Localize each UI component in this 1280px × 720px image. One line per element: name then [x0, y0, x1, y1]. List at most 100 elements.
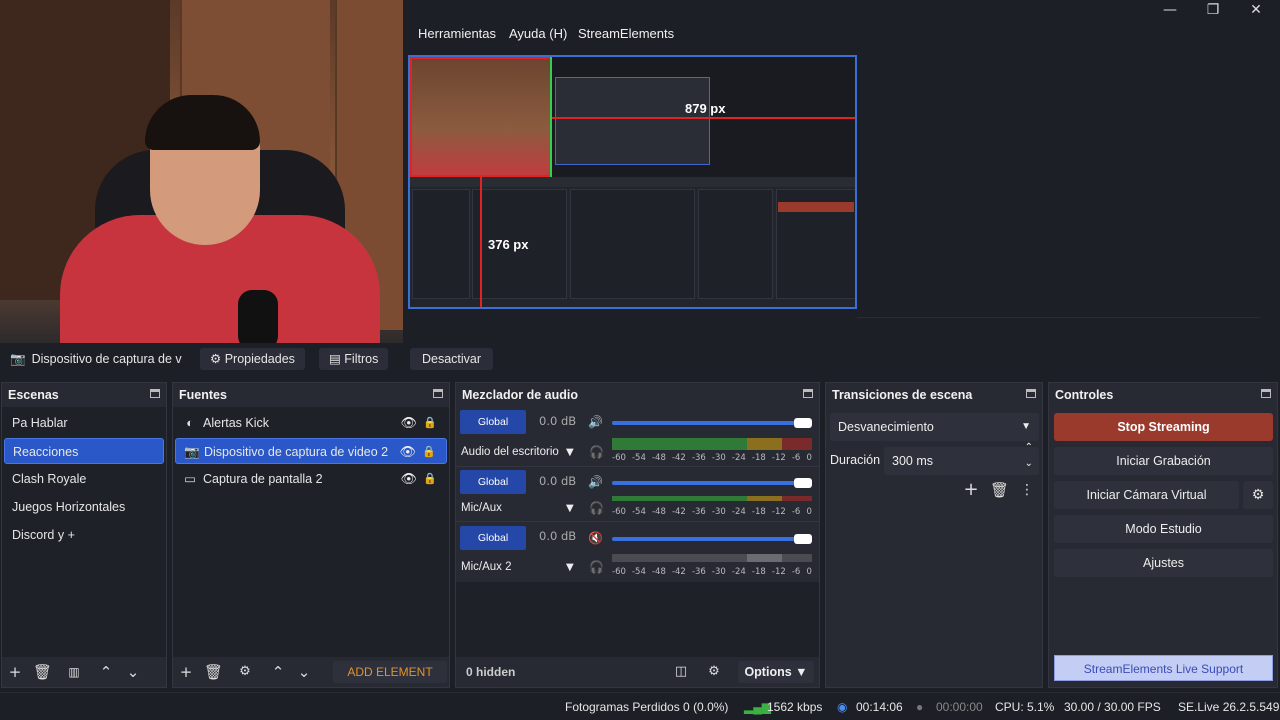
speaker-icon[interactable]: 🔊: [588, 475, 603, 489]
mute-headphone-icon[interactable]: 🎧: [589, 501, 604, 515]
webcam-feed: [0, 0, 403, 343]
start-recording-button[interactable]: Iniciar Grabación: [1054, 447, 1273, 475]
gear-icon[interactable]: ⚙: [236, 663, 254, 681]
settings-button[interactable]: Ajustes: [1054, 549, 1273, 577]
global-button[interactable]: Global: [460, 526, 526, 550]
add-element-button[interactable]: ADD ELEMENT: [333, 661, 447, 683]
add-source-icon[interactable]: +: [177, 663, 195, 681]
trash-icon[interactable]: 🗑: [990, 481, 1009, 499]
trash-icon[interactable]: 🗑: [204, 663, 223, 681]
chevron-down-icon[interactable]: ▼: [566, 447, 574, 458]
more-options-icon[interactable]: ⋮: [1018, 481, 1036, 499]
options-dropdown[interactable]: Options ▼: [738, 661, 814, 683]
stream-time: 00:14:06: [856, 700, 903, 714]
move-up-icon[interactable]: ⌃: [269, 663, 287, 681]
camera-icon: 📷: [184, 445, 200, 459]
scene-item[interactable]: Juegos Horizontales: [4, 494, 164, 520]
chevron-down-icon[interactable]: ▼: [566, 562, 574, 573]
volume-slider[interactable]: [612, 418, 812, 428]
float-dock-icon[interactable]: [1261, 389, 1271, 398]
source-toolbar: 📷 Dispositivo de captura de v ⚙ Propiedad…: [0, 343, 1280, 373]
spin-up-icon[interactable]: ⌃: [1025, 441, 1033, 455]
eye-icon[interactable]: 👁: [400, 466, 417, 492]
lock-icon[interactable]: 🔒: [423, 466, 437, 492]
spin-down-icon[interactable]: ⌄: [1025, 457, 1033, 471]
float-dock-icon[interactable]: [803, 389, 813, 398]
scenes-footer: + 🗑 ▥ ⌃ ⌄: [2, 657, 166, 687]
transition-select-value: Desvanecimiento: [838, 420, 934, 434]
scene-item-selected[interactable]: Reacciones: [4, 438, 164, 464]
move-down-icon[interactable]: ⌄: [124, 663, 142, 681]
deactivate-button[interactable]: Desactivar: [410, 348, 494, 370]
float-dock-icon[interactable]: [433, 389, 443, 398]
audio-mixer-dock: Mezclador de audio Global 0.0 dB 🔊 Audio…: [455, 382, 820, 688]
source-item[interactable]: ◐ Alertas Kick 👁 🔒: [175, 410, 447, 436]
meter-ticks: -60 -54 -48 -42 -36 -30 -24 -18 -12 -6 0: [612, 567, 812, 577]
float-dock-icon[interactable]: [1026, 389, 1036, 398]
preview-webcam-source: [410, 57, 550, 177]
volume-slider[interactable]: [612, 534, 812, 544]
move-down-icon[interactable]: ⌄: [295, 663, 313, 681]
advanced-audio-icon[interactable]: ⚙: [705, 663, 723, 681]
filters-button[interactable]: ▤ Filtros: [319, 348, 389, 370]
chevron-down-icon: ▼: [1021, 421, 1031, 432]
studio-mode-button[interactable]: Modo Estudio: [1054, 515, 1273, 543]
source-item-label: Alertas Kick: [203, 416, 269, 430]
minimize-icon[interactable]: —: [1155, 2, 1185, 20]
layout-icon[interactable]: ◫: [672, 663, 690, 681]
source-item[interactable]: ▭ Captura de pantalla 2 👁 🔒: [175, 466, 447, 492]
stop-streaming-button[interactable]: Stop Streaming: [1054, 413, 1273, 441]
lock-icon[interactable]: 🔒: [423, 410, 437, 436]
slider-knob[interactable]: [794, 418, 812, 428]
bitrate: 1562 kbps: [767, 700, 823, 714]
add-scene-icon[interactable]: +: [6, 663, 24, 681]
volume-db: 0.0 dB: [539, 414, 577, 428]
transitions-dock: Transiciones de escena Desvanecimiento ▼…: [825, 382, 1043, 688]
scene-item[interactable]: Pa Hablar: [4, 410, 164, 436]
start-virtual-camera-button[interactable]: Iniciar Cámara Virtual: [1054, 481, 1239, 509]
speaker-muted-icon[interactable]: 🔇: [588, 531, 603, 545]
lock-icon[interactable]: 🔒: [422, 439, 436, 465]
maximize-icon[interactable]: ❐: [1198, 2, 1228, 20]
slider-knob[interactable]: [794, 478, 812, 488]
scene-item[interactable]: Discord y +: [4, 522, 164, 548]
menu-streamelements[interactable]: StreamElements: [578, 26, 674, 41]
scene-item[interactable]: Clash Royale: [4, 466, 164, 492]
sources-footer: + 🗑 ⚙ ⌃ ⌄ ADD ELEMENT: [173, 657, 449, 687]
transitions-body: Desvanecimiento ▼ Duración 300 ms ⌃ ⌄ + …: [826, 407, 1042, 687]
transition-select[interactable]: Desvanecimiento ▼: [830, 413, 1039, 441]
move-up-icon[interactable]: ⌃: [97, 663, 115, 681]
scenes-list: Pa Hablar Reacciones Clash Royale Juegos…: [2, 407, 166, 657]
mute-headphone-icon[interactable]: 🎧: [589, 560, 604, 574]
properties-button[interactable]: ⚙ Propiedades: [200, 348, 305, 370]
scene-filters-icon[interactable]: ▥: [65, 663, 83, 681]
duration-spinbox[interactable]: 300 ms ⌃ ⌄: [884, 442, 1039, 475]
trash-icon[interactable]: 🗑: [33, 663, 52, 681]
controls-title: Controles: [1055, 388, 1114, 402]
filters-label: Filtros: [344, 352, 379, 366]
virtual-camera-settings-icon[interactable]: ⚙: [1243, 481, 1273, 509]
sources-dock: Fuentes ◐ Alertas Kick 👁 🔒 📷 Dispositivo de…: [172, 382, 450, 688]
speaker-icon[interactable]: 🔊: [588, 415, 603, 429]
float-dock-icon[interactable]: [150, 389, 160, 398]
mute-headphone-icon[interactable]: 🎧: [589, 445, 604, 459]
menu-herramientas[interactable]: Herramientas: [418, 26, 496, 41]
close-icon[interactable]: ✕: [1241, 2, 1271, 20]
channel-name: Audio del escritorio: [461, 446, 559, 458]
sources-title: Fuentes: [179, 388, 227, 402]
global-button[interactable]: Global: [460, 410, 526, 434]
menu-ayuda[interactable]: Ayuda (H): [509, 26, 567, 41]
eye-icon[interactable]: 👁: [399, 439, 416, 465]
eye-icon[interactable]: 👁: [400, 410, 417, 436]
preview-canvas[interactable]: 879 px 376 px: [408, 55, 857, 309]
chevron-down-icon[interactable]: ▼: [566, 503, 574, 514]
streamelements-support-button[interactable]: StreamElements Live Support: [1054, 655, 1273, 681]
monitor-icon: ▭: [184, 472, 196, 486]
slider-knob[interactable]: [794, 534, 812, 544]
add-transition-icon[interactable]: +: [962, 481, 980, 499]
mixer-footer: 0 hidden ◫ ⚙ Options ▼: [456, 657, 819, 687]
global-button[interactable]: Global: [460, 470, 526, 494]
channel-name: Mic/Aux 2: [461, 561, 512, 573]
volume-slider[interactable]: [612, 478, 812, 488]
source-item-selected[interactable]: 📷 Dispositivo de captura de video 2 👁 🔒: [175, 438, 447, 464]
